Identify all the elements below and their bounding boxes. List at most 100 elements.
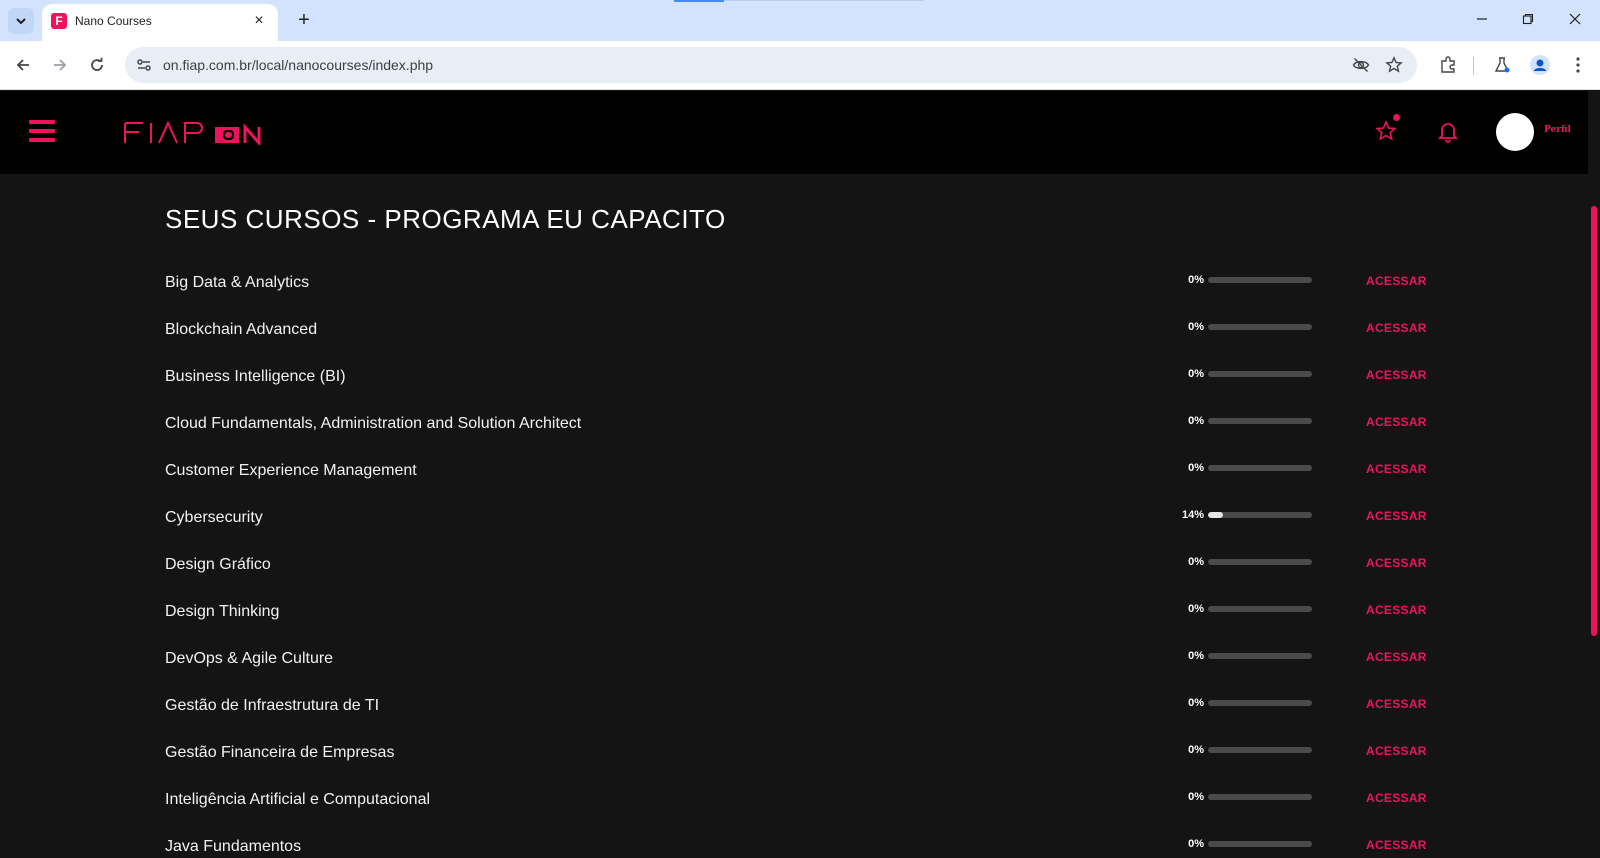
forward-arrow-icon xyxy=(54,59,67,71)
notification-dot xyxy=(1393,114,1400,121)
url-text: on.fiap.com.br/local/nanocourses/index.p… xyxy=(163,57,434,73)
course-row: Cloud Fundamentals, Administration and S… xyxy=(0,407,1588,447)
course-row: Java Fundamentos 0% ACESSAR xyxy=(0,830,1588,858)
course-name: Cloud Fundamentals, Administration and S… xyxy=(165,415,582,432)
course-row: Business Intelligence (BI) 0% ACESSAR xyxy=(0,360,1588,400)
course-row: Design Thinking 0% ACESSAR xyxy=(0,595,1588,635)
course-progress-bar xyxy=(1208,606,1312,612)
browser-toolbar: on.fiap.com.br/local/nanocourses/index.p… xyxy=(0,41,1600,90)
access-course-button[interactable]: ACESSAR xyxy=(1366,321,1427,335)
course-progress-percent: 0% xyxy=(1188,368,1204,380)
fiap-favicon-icon: F xyxy=(51,13,67,29)
address-bar[interactable]: on.fiap.com.br/local/nanocourses/index.p… xyxy=(125,47,1417,83)
back-button[interactable] xyxy=(11,53,35,77)
bookmark-star-icon[interactable] xyxy=(1384,55,1404,75)
access-course-button[interactable]: ACESSAR xyxy=(1366,650,1427,664)
access-course-button[interactable]: ACESSAR xyxy=(1366,368,1427,382)
fiap-on-logo[interactable] xyxy=(123,119,273,145)
course-progress-percent: 0% xyxy=(1188,697,1204,709)
eye-off-icon[interactable] xyxy=(1351,55,1371,75)
course-progress-bar xyxy=(1208,324,1312,330)
access-course-button[interactable]: ACESSAR xyxy=(1366,744,1427,758)
close-window-icon[interactable] xyxy=(1565,10,1585,30)
tab-strip-indicator xyxy=(674,0,724,2)
course-name: DevOps & Agile Culture xyxy=(165,650,334,667)
course-row: Cybersecurity 14% ACESSAR xyxy=(0,501,1588,541)
course-name: Customer Experience Management xyxy=(165,462,417,479)
course-row: Gestão de Infraestrutura de TI 0% ACESSAR xyxy=(0,689,1588,729)
reload-button[interactable] xyxy=(85,53,109,77)
course-progress-bar xyxy=(1208,277,1312,283)
user-avatar[interactable] xyxy=(1496,113,1534,151)
access-course-button[interactable]: ACESSAR xyxy=(1366,509,1427,523)
browser-tab-active[interactable]: F Nano Courses × xyxy=(42,4,278,41)
course-progress-bar xyxy=(1208,418,1312,424)
course-progress-bar xyxy=(1208,465,1312,471)
course-progress-bar xyxy=(1208,700,1312,706)
minimize-window-icon[interactable] xyxy=(1472,10,1492,30)
tab-title: Nano Courses xyxy=(75,14,152,28)
course-name: Business Intelligence (BI) xyxy=(165,368,346,385)
access-course-button[interactable]: ACESSAR xyxy=(1366,791,1427,805)
reload-icon xyxy=(91,57,103,71)
access-course-button[interactable]: ACESSAR xyxy=(1366,415,1427,429)
course-row: Customer Experience Management 0% ACESSAR xyxy=(0,454,1588,494)
course-name: Design Thinking xyxy=(165,603,280,620)
course-row: Inteligência Artificial e Computacional 0… xyxy=(0,783,1588,823)
course-name: Blockchain Advanced xyxy=(165,321,318,338)
page-scrollbar-thumb[interactable] xyxy=(1591,206,1597,636)
main-content: SEUS CURSOS - PROGRAMA EU CAPACITO Big D… xyxy=(0,174,1588,858)
profile-link[interactable]: Perfil xyxy=(1544,125,1571,135)
course-progress-percent: 0% xyxy=(1188,603,1204,615)
course-progress-percent: 0% xyxy=(1188,838,1204,850)
close-tab-icon[interactable]: × xyxy=(250,12,268,30)
site-settings-icon[interactable] xyxy=(135,56,153,74)
course-progress-bar xyxy=(1208,512,1312,518)
restore-window-icon[interactable] xyxy=(1518,10,1538,30)
course-name: Design Gráfico xyxy=(165,556,271,573)
course-progress-bar xyxy=(1208,653,1312,659)
course-progress-percent: 0% xyxy=(1188,791,1204,803)
browser-tab-bar: F Nano Courses × + xyxy=(0,0,1600,41)
favorites-star-icon[interactable] xyxy=(1374,119,1398,143)
browser-menu-icon[interactable] xyxy=(1566,53,1590,77)
course-name: Java Fundamentos xyxy=(165,838,302,855)
hamburger-menu-icon[interactable] xyxy=(29,120,55,142)
course-row: DevOps & Agile Culture 0% ACESSAR xyxy=(0,642,1588,682)
access-course-button[interactable]: ACESSAR xyxy=(1366,462,1427,476)
access-course-button[interactable]: ACESSAR xyxy=(1366,603,1427,617)
course-name: Inteligência Artificial e Computacional xyxy=(165,791,431,808)
back-arrow-icon xyxy=(16,59,29,71)
labs-flask-icon[interactable] xyxy=(1490,53,1514,77)
course-name: Gestão de Infraestrutura de TI xyxy=(165,697,380,714)
profile-account-icon[interactable] xyxy=(1528,53,1552,77)
access-course-button[interactable]: ACESSAR xyxy=(1366,274,1427,288)
course-row: Gestão Financeira de Empresas 0% ACESSAR xyxy=(0,736,1588,776)
course-progress-bar xyxy=(1208,794,1312,800)
forward-button[interactable] xyxy=(48,53,72,77)
tab-search-button[interactable] xyxy=(8,8,34,34)
course-name: Cybersecurity xyxy=(165,509,263,526)
course-progress-percent: 14% xyxy=(1181,509,1204,521)
course-progress-percent: 0% xyxy=(1188,415,1204,427)
course-progress-fill xyxy=(1208,512,1223,518)
extensions-icon[interactable] xyxy=(1436,53,1460,77)
notifications-bell-icon[interactable] xyxy=(1436,119,1460,143)
access-course-button[interactable]: ACESSAR xyxy=(1366,697,1427,711)
new-tab-button[interactable]: + xyxy=(292,9,316,33)
course-progress-bar xyxy=(1208,747,1312,753)
course-row: Big Data & Analytics 0% ACESSAR xyxy=(0,266,1588,306)
course-progress-percent: 0% xyxy=(1188,556,1204,568)
course-progress-percent: 0% xyxy=(1188,274,1204,286)
access-course-button[interactable]: ACESSAR xyxy=(1366,556,1427,570)
course-progress-percent: 0% xyxy=(1188,462,1204,474)
course-progress-bar xyxy=(1208,371,1312,377)
toolbar-separator xyxy=(1473,57,1474,75)
access-course-button[interactable]: ACESSAR xyxy=(1366,838,1427,852)
course-row: Blockchain Advanced 0% ACESSAR xyxy=(0,313,1588,353)
tab-strip-divider xyxy=(724,0,924,1)
course-row: Design Gráfico 0% ACESSAR xyxy=(0,548,1588,588)
chevron-down-icon xyxy=(16,18,26,25)
page-title: SEUS CURSOS - PROGRAMA EU CAPACITO xyxy=(165,204,726,234)
course-name: Gestão Financeira de Empresas xyxy=(165,744,395,761)
